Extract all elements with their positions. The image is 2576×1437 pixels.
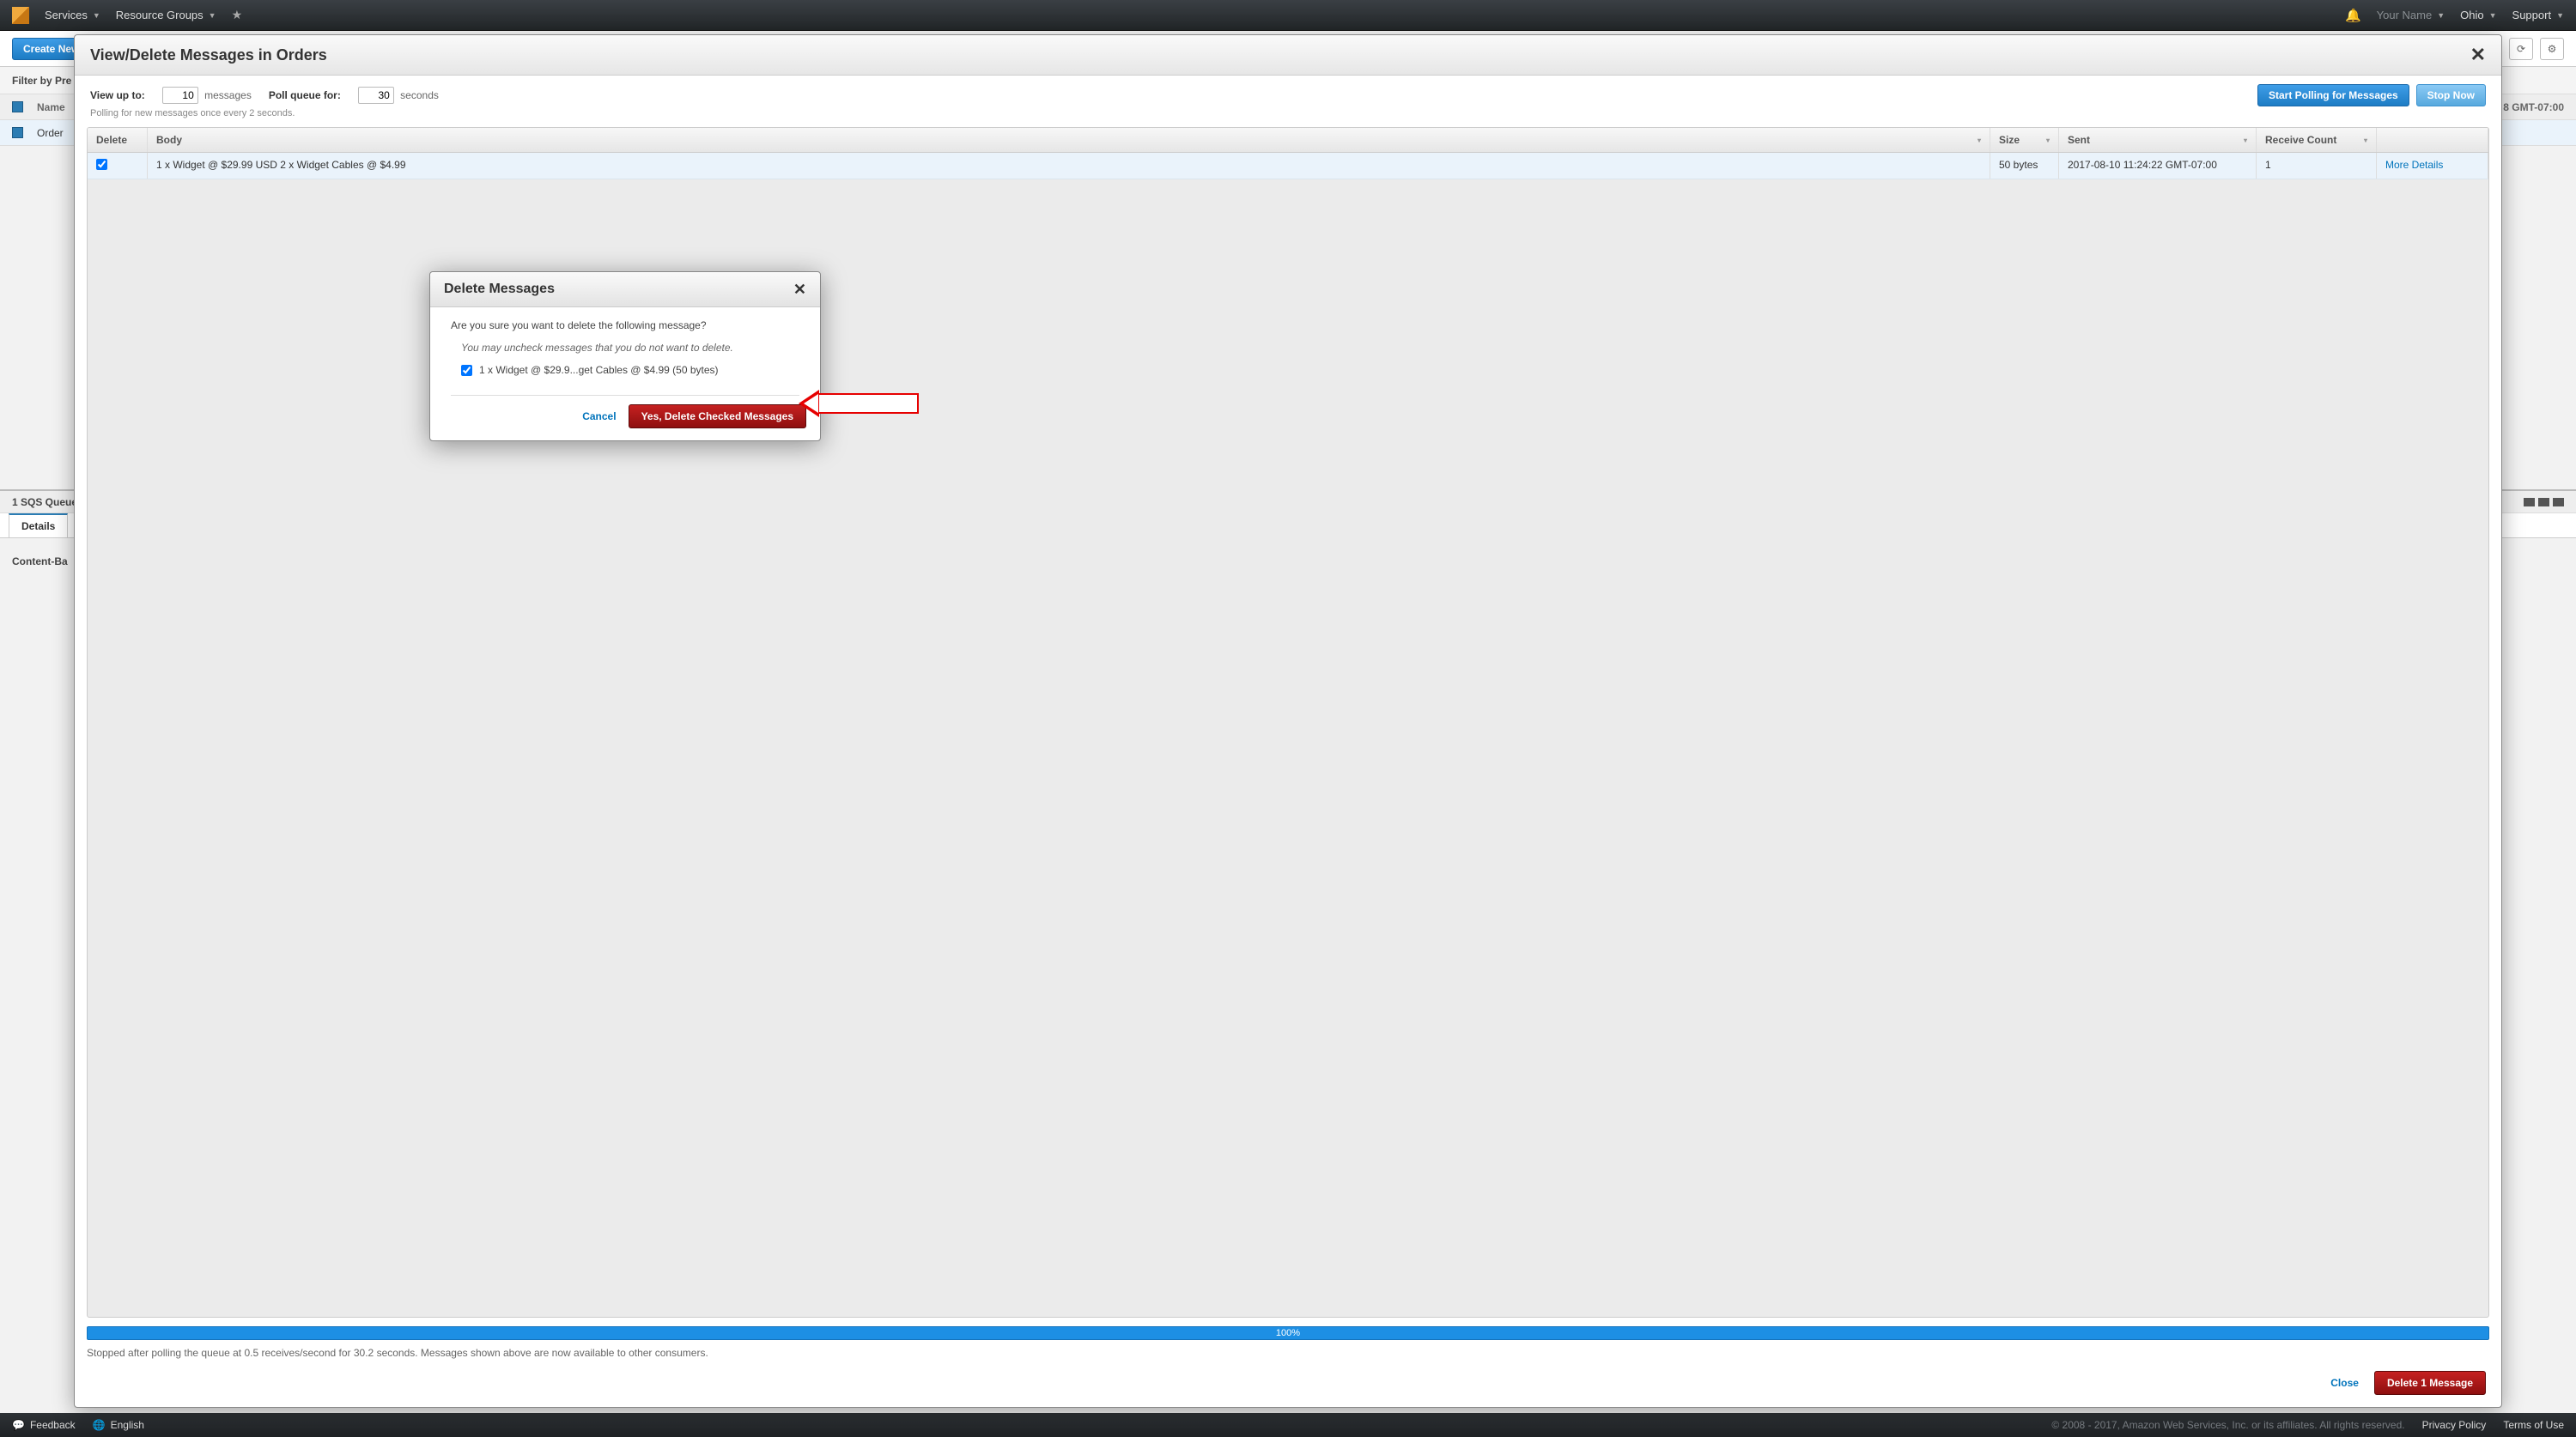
progress-wrap: 100% <box>87 1326 2489 1340</box>
nav-region-label: Ohio <box>2460 9 2483 21</box>
language-label: English <box>111 1419 144 1431</box>
confirm-question: Are you sure you want to delete the foll… <box>451 319 799 331</box>
polling-note: Polling for new messages once every 2 se… <box>75 108 2501 127</box>
view-mode-2-icon[interactable] <box>2538 498 2549 506</box>
feedback-label: Feedback <box>30 1419 76 1431</box>
modal-title: View/Delete Messages in Orders <box>90 46 327 64</box>
nav-resource-groups[interactable]: Resource Groups ▼ <box>116 9 216 21</box>
top-nav: Services ▼ Resource Groups ▼ ★ 🔔 Your Na… <box>0 0 2576 31</box>
footer: 💬 Feedback 🌐 English © 2008 - 2017, Amaz… <box>0 1413 2576 1437</box>
speech-icon: 💬 <box>12 1419 25 1431</box>
column-sent-fragment: 8 GMT-07:00 <box>2503 101 2564 113</box>
terms-link[interactable]: Terms of Use <box>2503 1419 2564 1431</box>
confirm-message-item: 1 x Widget @ $29.9...get Cables @ $4.99 … <box>461 364 799 376</box>
cell-receive-count: 1 <box>2257 153 2377 179</box>
column-receive-count[interactable]: Receive Count▾ <box>2257 128 2377 152</box>
progress-bar: 100% <box>87 1326 2489 1340</box>
feedback-link[interactable]: 💬 Feedback <box>12 1419 76 1431</box>
view-mode-3-icon[interactable] <box>2553 498 2564 506</box>
confirm-body: Are you sure you want to delete the foll… <box>430 307 820 391</box>
arrow-shaft <box>816 393 919 414</box>
column-name[interactable]: Name <box>37 101 65 113</box>
nav-services-label: Services <box>45 9 88 21</box>
poll-for-label: Poll queue for: <box>269 89 341 101</box>
close-icon[interactable]: ✕ <box>2470 45 2486 64</box>
chevron-down-icon: ▼ <box>2489 11 2497 20</box>
cancel-link[interactable]: Cancel <box>582 410 616 422</box>
messages-unit: messages <box>204 89 252 101</box>
seconds-unit: seconds <box>400 89 439 101</box>
select-all-checkbox[interactable] <box>12 101 23 112</box>
row-checkbox[interactable] <box>12 127 23 138</box>
sort-caret-icon: ▾ <box>2046 136 2050 144</box>
view-mode-1-icon[interactable] <box>2524 498 2535 506</box>
polling-controls: View up to: messages Poll queue for: sec… <box>75 76 2501 108</box>
privacy-link[interactable]: Privacy Policy <box>2422 1419 2487 1431</box>
close-icon[interactable]: ✕ <box>793 282 806 297</box>
column-sent[interactable]: Sent▾ <box>2059 128 2257 152</box>
confirm-item-text: 1 x Widget @ $29.9...get Cables @ $4.99 … <box>479 364 719 376</box>
confirm-item-checkbox[interactable] <box>461 365 472 376</box>
language-link[interactable]: 🌐 English <box>93 1419 144 1431</box>
nav-services[interactable]: Services ▼ <box>45 9 100 21</box>
nav-region[interactable]: Ohio ▼ <box>2460 9 2496 21</box>
gear-icon[interactable]: ⚙ <box>2540 38 2564 60</box>
poll-for-input[interactable] <box>358 87 394 104</box>
nav-user-label: Your Name <box>2377 9 2433 21</box>
delete-messages-button[interactable]: Delete 1 Message <box>2374 1371 2486 1395</box>
view-mode-icons[interactable] <box>2524 498 2564 506</box>
aws-logo-icon[interactable] <box>12 7 29 24</box>
delete-checkbox[interactable] <box>96 159 107 170</box>
table-row[interactable]: 1 x Widget @ $29.99 USD 2 x Widget Cable… <box>88 153 2488 179</box>
sort-caret-icon: ▾ <box>2364 136 2367 144</box>
pin-icon[interactable]: ★ <box>232 8 243 22</box>
row-name: Order <box>37 127 64 139</box>
nav-support-label: Support <box>2512 9 2552 21</box>
refresh-icon[interactable]: ⟳ <box>2509 38 2533 60</box>
column-size[interactable]: Size▾ <box>1990 128 2059 152</box>
chevron-down-icon: ▼ <box>209 11 216 20</box>
poll-status: Stopped after polling the queue at 0.5 r… <box>87 1347 2489 1359</box>
confirm-footer: Cancel Yes, Delete Checked Messages <box>430 396 820 440</box>
nav-resource-groups-label: Resource Groups <box>116 9 204 21</box>
confirm-header: Delete Messages ✕ <box>430 272 820 307</box>
stop-now-button[interactable]: Stop Now <box>2416 84 2486 106</box>
yes-delete-button[interactable]: Yes, Delete Checked Messages <box>629 404 806 428</box>
tab-details[interactable]: Details <box>9 513 68 537</box>
nav-support[interactable]: Support ▼ <box>2512 9 2564 21</box>
globe-icon: 🌐 <box>93 1419 106 1431</box>
column-details <box>2377 128 2488 152</box>
modal-footer: Close Delete 1 Message <box>75 1359 2501 1407</box>
bell-icon[interactable]: 🔔 <box>2345 8 2361 23</box>
more-details-link[interactable]: More Details <box>2385 159 2443 171</box>
cell-size: 50 bytes <box>1990 153 2059 179</box>
callout-arrow-annotation <box>799 393 927 415</box>
messages-table-head: Delete Body▾ Size▾ Sent▾ Receive Count▾ <box>88 128 2488 153</box>
chevron-down-icon: ▼ <box>93 11 100 20</box>
cell-sent: 2017-08-10 11:24:22 GMT-07:00 <box>2059 153 2257 179</box>
modal-header: View/Delete Messages in Orders ✕ <box>75 35 2501 76</box>
filter-label: Filter by Pre <box>12 75 71 87</box>
chevron-down-icon: ▼ <box>2437 11 2445 20</box>
sort-caret-icon: ▾ <box>2244 136 2247 144</box>
split-title: 1 SQS Queue <box>12 496 77 508</box>
confirm-hint: You may uncheck messages that you do not… <box>461 342 799 354</box>
cell-body: 1 x Widget @ $29.99 USD 2 x Widget Cable… <box>148 153 1990 179</box>
arrow-head-inner <box>804 394 818 413</box>
view-delete-modal: View/Delete Messages in Orders ✕ View up… <box>74 34 2502 1408</box>
view-up-to-input[interactable] <box>162 87 198 104</box>
view-up-to-label: View up to: <box>90 89 145 101</box>
sort-caret-icon: ▾ <box>1978 136 1981 144</box>
nav-user[interactable]: Your Name ▼ <box>2377 9 2445 21</box>
confirm-title: Delete Messages <box>444 282 555 297</box>
confirm-delete-dialog: Delete Messages ✕ Are you sure you want … <box>429 271 821 441</box>
column-body[interactable]: Body▾ <box>148 128 1990 152</box>
column-delete[interactable]: Delete <box>88 128 148 152</box>
start-polling-button[interactable]: Start Polling for Messages <box>2257 84 2409 106</box>
chevron-down-icon: ▼ <box>2556 11 2564 20</box>
close-link[interactable]: Close <box>2330 1377 2359 1389</box>
copyright: © 2008 - 2017, Amazon Web Services, Inc.… <box>2051 1419 2404 1431</box>
